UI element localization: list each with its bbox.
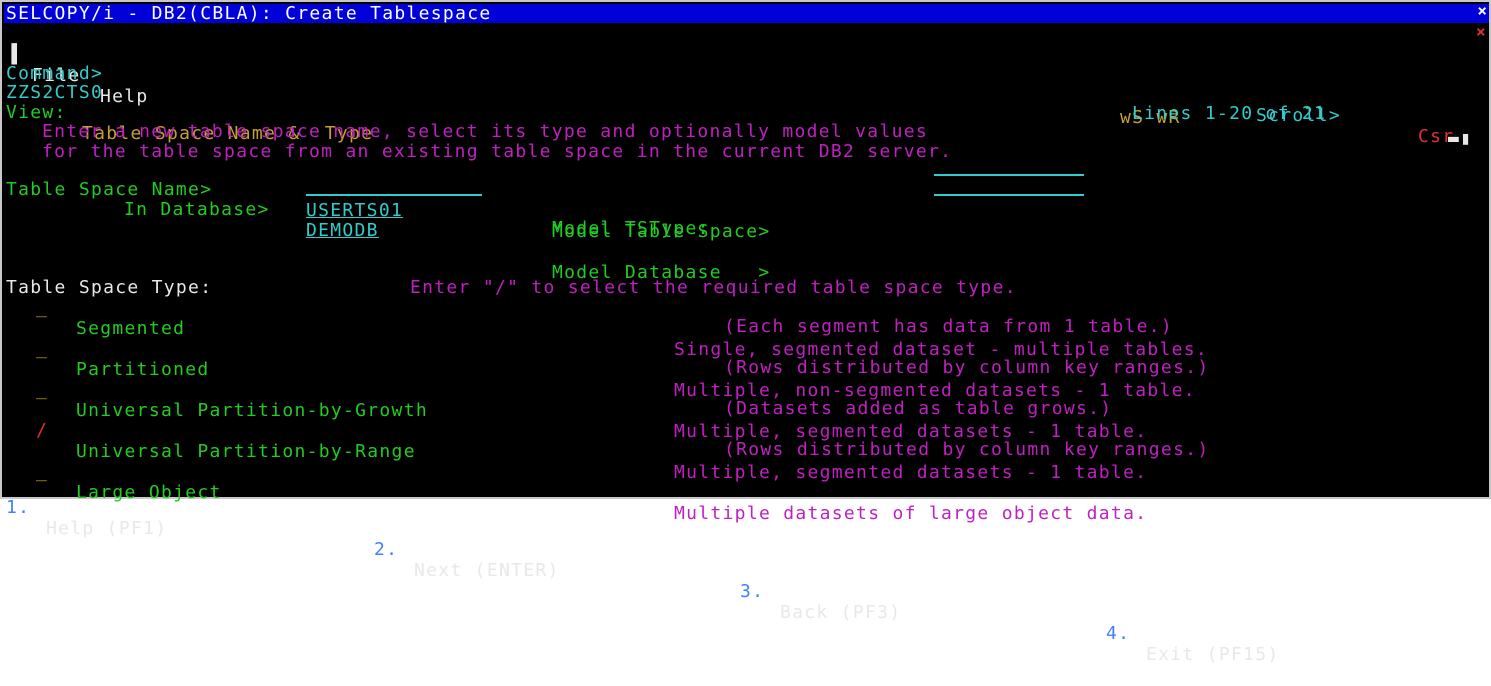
type-desc2-segmented: (Each segment has data from 1 table.) [724, 316, 1174, 337]
type-name-segmented: Segmented [76, 318, 186, 339]
type-header-hint: Enter "/" to select the required table s… [410, 277, 1017, 298]
pf-exit-button[interactable]: Exit (PF15) [1146, 644, 1280, 665]
db-input[interactable]: DEMODB [306, 220, 379, 241]
model-db-input[interactable] [934, 180, 1084, 201]
type-name-pbg: Universal Partition-by-Growth [76, 400, 428, 421]
pf-help-button[interactable]: Help (PF1) [46, 518, 167, 539]
type-name-lob: Large Object [76, 482, 222, 503]
close-icon[interactable]: × [1476, 21, 1487, 42]
menu-help[interactable]: Help [100, 86, 149, 107]
scroll-input[interactable]: Csr [1418, 126, 1454, 147]
db-label: In Database> [124, 199, 270, 220]
instruction-line-2: for the table space from an existing tab… [42, 141, 953, 162]
type-name-partitioned: Partitioned [76, 359, 210, 380]
model-type-label: Model TSType: [552, 218, 710, 239]
type-desc2-partitioned: (Rows distributed by column key ranges.) [724, 357, 1210, 378]
terminal-screen: SELCOPY/i - DB2(CBLA): Create Tablespace… [0, 0, 1491, 665]
type-desc2-pbr: (Rows distributed by column key ranges.) [724, 439, 1210, 460]
instruction-line-1: Enter a new table space name, select its… [42, 121, 928, 142]
pf-back-button[interactable]: Back (PF3) [780, 602, 901, 623]
ts-name-input[interactable]: USERTS01 [306, 200, 403, 221]
type-desc2-pbg: (Datasets added as table grows.) [724, 398, 1113, 419]
type-name-pbr: Universal Partition-by-Range [76, 441, 416, 462]
window-title: SELCOPY/i - DB2(CBLA): Create Tablespace [6, 3, 492, 24]
lines-info: Lines 1-20 of 21 [1132, 103, 1327, 124]
close-icon[interactable]: × [1477, 1, 1487, 20]
pf-next-button[interactable]: Next (ENTER) [414, 560, 560, 581]
pf-num-4: 4. [1106, 623, 1131, 644]
pf-num-3: 3. [740, 581, 765, 602]
type-desc1-pbr: Multiple, segmented datasets - 1 table. [674, 462, 1148, 483]
pf-num-1: 1. [6, 497, 31, 518]
type-desc1-lob: Multiple datasets of large object data. [674, 503, 1148, 524]
pf-num-2: 2. [374, 539, 399, 560]
title-bar: SELCOPY/i - DB2(CBLA): Create Tablespace… [4, 1, 1489, 24]
db-input-underline [306, 180, 482, 201]
model-ts-input[interactable] [934, 160, 1084, 181]
